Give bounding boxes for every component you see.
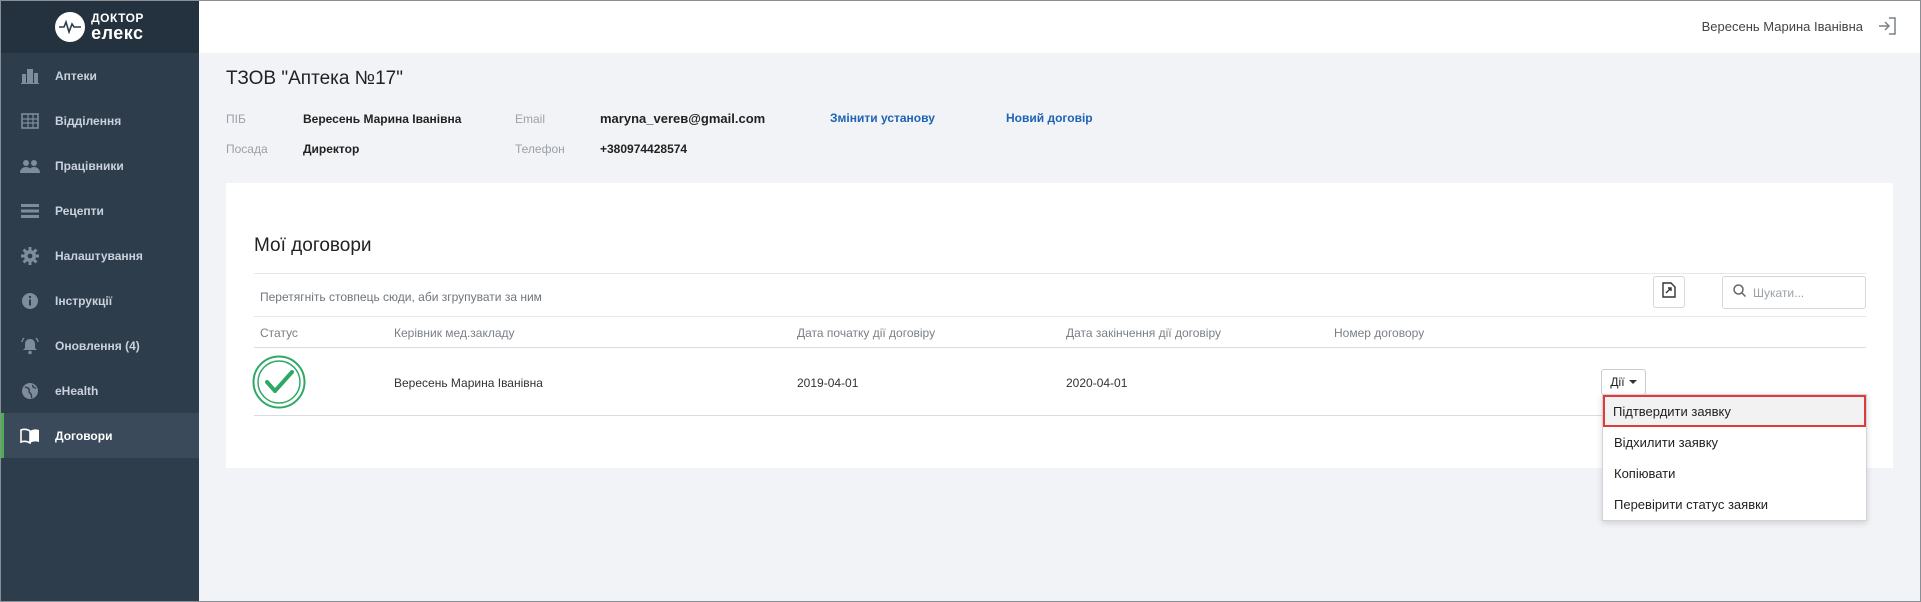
sidebar-item-label: Договори xyxy=(55,428,113,443)
gear-icon xyxy=(20,246,40,266)
actions-menu: Підтвердити заявку Відхилити заявку Копі… xyxy=(1602,394,1867,521)
info-icon xyxy=(20,291,40,311)
sidebar-item-ehealth[interactable]: eHealth xyxy=(0,368,199,413)
menu-item-reject-request[interactable]: Відхилити заявку xyxy=(1603,427,1866,458)
logout-icon[interactable] xyxy=(1878,17,1896,35)
new-contract-link[interactable]: Новий договір xyxy=(1006,111,1093,125)
bell-icon xyxy=(20,336,40,356)
sidebar-item-pharmacies[interactable]: Аптеки xyxy=(0,53,199,98)
sidebar-nav: Аптеки Відділення Працівники Рецепти Нал… xyxy=(0,53,199,458)
actions-label: Дії xyxy=(1610,375,1625,389)
sidebar-item-instructions[interactable]: Інструкції xyxy=(0,278,199,323)
cell-manager: Вересень Марина Іванівна xyxy=(394,376,543,390)
people-icon xyxy=(20,156,40,176)
change-org-link[interactable]: Змінити установу xyxy=(830,111,935,125)
group-panel[interactable]: Перетягніть стовпець сюди, аби згрупуват… xyxy=(254,273,1866,317)
sidebar-item-employees[interactable]: Працівники xyxy=(0,143,199,188)
sidebar-item-updates[interactable]: Оновлення (4) xyxy=(0,323,199,368)
menu-item-confirm-request[interactable]: Підтвердити заявку xyxy=(1603,395,1866,427)
book-icon xyxy=(20,426,40,446)
globe-icon xyxy=(20,381,40,401)
export-file-icon xyxy=(1662,281,1676,303)
chevron-down-icon xyxy=(1628,380,1637,384)
grid-building-icon xyxy=(20,111,40,131)
sidebar-item-label: Інструкції xyxy=(55,293,113,308)
building-icon xyxy=(20,66,40,86)
search-box[interactable] xyxy=(1722,276,1866,309)
sidebar-item-settings[interactable]: Налаштування xyxy=(0,233,199,278)
sidebar-item-departments[interactable]: Відділення xyxy=(0,98,199,143)
logo-text: ДОКТОР елекс xyxy=(91,12,144,42)
table-header: Статус Керівник мед.закладу Дата початку… xyxy=(254,317,1866,348)
logo-line-2: елекс xyxy=(91,22,144,43)
group-hint: Перетягніть стовпець сюди, аби згрупуват… xyxy=(260,290,542,304)
user-name[interactable]: Вересень Марина Іванівна xyxy=(1702,19,1863,34)
logo-line-1: ДОКТОР xyxy=(91,10,144,25)
cell-start-date: 2019-04-01 xyxy=(797,376,859,390)
column-header-start-date[interactable]: Дата початку дії договіру xyxy=(797,326,935,340)
position-label: Посада xyxy=(226,142,268,156)
search-icon xyxy=(1733,283,1747,302)
sidebar-item-label: Відділення xyxy=(55,113,122,128)
actions-dropdown-button[interactable]: Дії xyxy=(1601,369,1646,395)
logo[interactable]: ДОКТОР елекс xyxy=(0,0,199,53)
column-header-end-date[interactable]: Дата закінчення дії договіру xyxy=(1066,326,1221,340)
sidebar-item-label: Рецепти xyxy=(55,203,104,218)
list-icon xyxy=(20,201,40,221)
column-header-manager[interactable]: Керівник мед.закладу xyxy=(394,326,515,340)
menu-item-check-status[interactable]: Перевірити статус заявки xyxy=(1603,489,1866,520)
logo-pulse-icon xyxy=(55,11,86,42)
column-header-number[interactable]: Номер договору xyxy=(1334,326,1424,340)
sidebar-item-label: Аптеки xyxy=(55,68,97,83)
menu-item-copy[interactable]: Копіювати xyxy=(1603,458,1866,489)
sidebar: ДОКТОР елекс Аптеки Відділення Працівник… xyxy=(0,0,199,602)
status-approved-icon xyxy=(252,355,306,409)
pib-label: ПІБ xyxy=(226,112,246,126)
page-title: ТЗОВ "Аптека №17" xyxy=(226,68,403,89)
sidebar-item-label: Оновлення (4) xyxy=(55,338,140,353)
sidebar-item-label: Налаштування xyxy=(55,248,143,263)
phone-label: Телефон xyxy=(515,142,565,156)
sidebar-item-prescriptions[interactable]: Рецепти xyxy=(0,188,199,233)
position-value: Директор xyxy=(303,142,360,156)
email-value: maryna_vereв@gmail.com xyxy=(600,111,766,126)
export-button[interactable] xyxy=(1653,276,1685,308)
sidebar-item-label: eHealth xyxy=(55,383,99,398)
pib-value: Вересень Марина Іванівна xyxy=(303,112,462,126)
contracts-title: Мої договори xyxy=(254,235,372,256)
sidebar-item-label: Працівники xyxy=(55,158,124,173)
search-input[interactable] xyxy=(1753,285,1853,300)
column-header-status[interactable]: Статус xyxy=(260,326,298,340)
sidebar-item-contracts[interactable]: Договори xyxy=(0,413,199,458)
phone-value: +380974428574 xyxy=(600,142,688,156)
cell-end-date: 2020-04-01 xyxy=(1066,376,1128,390)
topbar: Вересень Марина Іванівна xyxy=(199,0,1921,53)
email-label: Email xyxy=(515,112,546,126)
